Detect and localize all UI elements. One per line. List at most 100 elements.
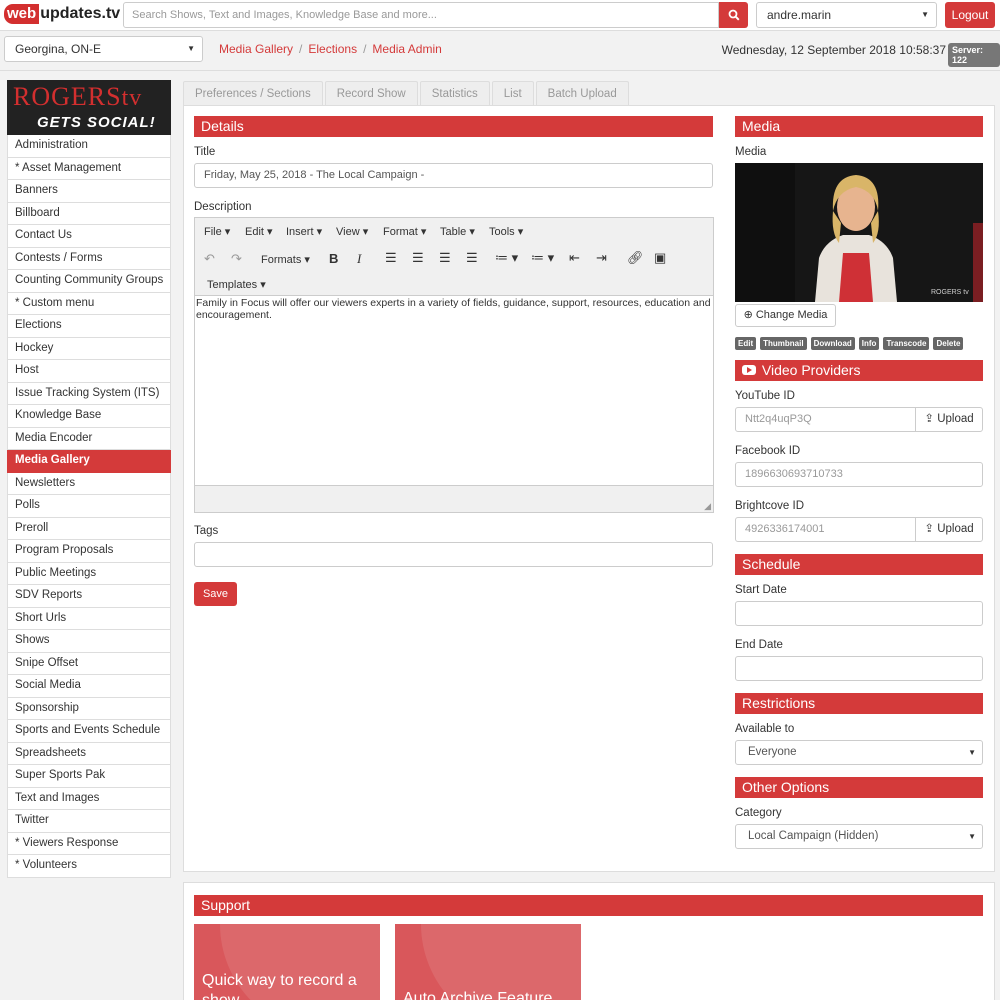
logout-button[interactable]: Logout (945, 2, 995, 28)
align-left-icon[interactable]: ☰ (385, 250, 397, 266)
sidebar-item-asset-management[interactable]: * Asset Management (7, 157, 171, 180)
sidebar-item-contact-us[interactable]: Contact Us (7, 225, 171, 248)
webupdates-logo[interactable]: web updates.tv (4, 3, 120, 25)
location-dropdown[interactable]: Georgina, ON-E ▼ (4, 36, 203, 62)
outdent-icon[interactable]: ⇤ (569, 250, 580, 266)
transcode-media-button[interactable]: Transcode (883, 337, 930, 350)
breadcrumb-media-gallery[interactable]: Media Gallery (219, 42, 293, 56)
tags-label: Tags (194, 525, 219, 537)
bullet-list-icon[interactable]: ≔ ▾ (495, 250, 518, 266)
sidebar-item-preroll[interactable]: Preroll (7, 517, 171, 540)
editor-menu-format[interactable]: Format ▾ (383, 225, 426, 238)
editor-menu-file[interactable]: File ▾ (204, 225, 230, 238)
editor-menu-edit[interactable]: Edit ▾ (245, 225, 273, 238)
tab-batch-upload[interactable]: Batch Upload (535, 81, 629, 105)
youtube-upload-button[interactable]: ⇪ Upload (915, 407, 983, 432)
save-button[interactable]: Save (194, 582, 237, 606)
sidebar-item-sports-and-events-schedule[interactable]: Sports and Events Schedule (7, 720, 171, 743)
numbered-list-icon[interactable]: ≔ ▾ (531, 250, 554, 266)
editor-menu-insert[interactable]: Insert ▾ (286, 225, 322, 238)
italic-icon[interactable]: I (357, 251, 361, 267)
download-media-button[interactable]: Download (810, 337, 855, 350)
chevron-down-icon: ▼ (921, 10, 929, 19)
align-center-icon[interactable]: ☰ (412, 250, 424, 266)
align-right-icon[interactable]: ☰ (439, 250, 451, 266)
search-button[interactable] (719, 2, 748, 28)
sidebar-item-public-meetings[interactable]: Public Meetings (7, 562, 171, 585)
sidebar-item-twitter[interactable]: Twitter (7, 810, 171, 833)
sidebar-item-spreadsheets[interactable]: Spreadsheets (7, 742, 171, 765)
sidebar-item-knowledge-base[interactable]: Knowledge Base (7, 405, 171, 428)
sidebar-item-billboard[interactable]: Billboard (7, 202, 171, 225)
support-card-record-show[interactable]: Quick way to record a show (194, 924, 380, 1000)
sidebar-item-sdv-reports[interactable]: SDV Reports (7, 585, 171, 608)
logo-web-mark: web (4, 4, 40, 24)
edit-media-button[interactable]: Edit (735, 337, 757, 350)
description-editor[interactable]: File ▾ Edit ▾ Insert ▾ View ▾ Format ▾ Table … (194, 217, 714, 513)
sidebar-item-media-encoder[interactable]: Media Encoder (7, 427, 171, 450)
align-justify-icon[interactable]: ☰ (466, 250, 478, 266)
top-bar: web updates.tv Search Shows, Text and Im… (0, 0, 1000, 31)
sidebar-item-viewers-response[interactable]: * Viewers Response (7, 832, 171, 855)
resize-handle-icon[interactable]: ◢ (704, 501, 711, 512)
tab-record-show[interactable]: Record Show (324, 81, 418, 105)
sidebar-item-administration[interactable]: Administration (7, 135, 171, 158)
tags-input[interactable] (194, 542, 713, 567)
image-icon[interactable]: ▣ (654, 250, 666, 266)
brightcove-id-input[interactable]: 4926336174001 (735, 517, 916, 542)
editor-content[interactable]: Family in Focus will offer our viewers e… (195, 296, 713, 322)
sidebar-item-banners[interactable]: Banners (7, 180, 171, 203)
breadcrumb-media-admin[interactable]: Media Admin (372, 42, 441, 56)
formats-dropdown[interactable]: Formats ▾ (261, 253, 310, 266)
sidebar-item-counting-community-groups[interactable]: Counting Community Groups (7, 270, 171, 293)
sidebar-item-issue-tracking-system-its[interactable]: Issue Tracking System (ITS) (7, 382, 171, 405)
redo-icon[interactable]: ↷ (231, 251, 242, 267)
sidebar-item-volunteers[interactable]: * Volunteers (7, 855, 171, 878)
indent-icon[interactable]: ⇥ (596, 250, 607, 266)
sidebar-item-newsletters[interactable]: Newsletters (7, 472, 171, 495)
facebook-id-input[interactable]: 1896630693710733 (735, 462, 983, 487)
sidebar-item-hockey[interactable]: Hockey (7, 337, 171, 360)
support-card-auto-archive[interactable]: Auto Archive Feature (395, 924, 581, 1000)
sidebar-item-super-sports-pak[interactable]: Super Sports Pak (7, 765, 171, 788)
end-date-input[interactable] (735, 656, 983, 681)
sidebar-item-snipe-offset[interactable]: Snipe Offset (7, 652, 171, 675)
undo-icon[interactable]: ↶ (204, 251, 215, 267)
sidebar-item-sponsorship[interactable]: Sponsorship (7, 697, 171, 720)
other-options-header: Other Options (735, 777, 983, 798)
sidebar-item-media-gallery[interactable]: Media Gallery (7, 450, 171, 473)
sidebar-item-social-media[interactable]: Social Media (7, 675, 171, 698)
sidebar-item-shows[interactable]: Shows (7, 630, 171, 653)
category-select[interactable]: Local Campaign (Hidden) ▼ (735, 824, 983, 849)
start-date-input[interactable] (735, 601, 983, 626)
thumbnail-media-button[interactable]: Thumbnail (760, 337, 807, 350)
bold-icon[interactable]: B (329, 251, 338, 266)
editor-menu-view[interactable]: View ▾ (336, 225, 368, 238)
youtube-id-input[interactable]: Ntt2q4uqP3Q (735, 407, 916, 432)
sidebar-item-host[interactable]: Host (7, 360, 171, 383)
sidebar-item-program-proposals[interactable]: Program Proposals (7, 540, 171, 563)
editor-menu-table[interactable]: Table ▾ (440, 225, 475, 238)
sidebar-item-text-and-images[interactable]: Text and Images (7, 787, 171, 810)
sidebar-item-short-urls[interactable]: Short Urls (7, 607, 171, 630)
tab-statistics[interactable]: Statistics (419, 81, 490, 105)
sidebar-item-contests-forms[interactable]: Contests / Forms (7, 247, 171, 270)
media-thumbnail[interactable]: ROGERS tv (735, 163, 983, 302)
tab-preferences-sections[interactable]: Preferences / Sections (183, 81, 323, 105)
search-input[interactable]: Search Shows, Text and Images, Knowledge… (123, 2, 719, 28)
available-to-select[interactable]: Everyone ▼ (735, 740, 983, 765)
sidebar-item-polls[interactable]: Polls (7, 495, 171, 518)
delete-media-button[interactable]: Delete (933, 337, 964, 350)
tab-list[interactable]: List (491, 81, 534, 105)
breadcrumb-elections[interactable]: Elections (308, 42, 357, 56)
sidebar-item-elections[interactable]: Elections (7, 315, 171, 338)
sidebar-item-custom-menu[interactable]: * Custom menu (7, 292, 171, 315)
change-media-button[interactable]: ⊕ Change Media (735, 304, 836, 327)
user-dropdown[interactable]: andre.marin ▼ (756, 2, 937, 28)
link-icon[interactable]: 🔗︎ (627, 250, 644, 266)
info-media-button[interactable]: Info (858, 337, 880, 350)
brightcove-upload-button[interactable]: ⇪ Upload (915, 517, 983, 542)
title-input[interactable]: Friday, May 25, 2018 - The Local Campaig… (194, 163, 713, 188)
templates-dropdown[interactable]: Templates ▾ (207, 278, 266, 291)
editor-menu-tools[interactable]: Tools ▾ (489, 225, 523, 238)
